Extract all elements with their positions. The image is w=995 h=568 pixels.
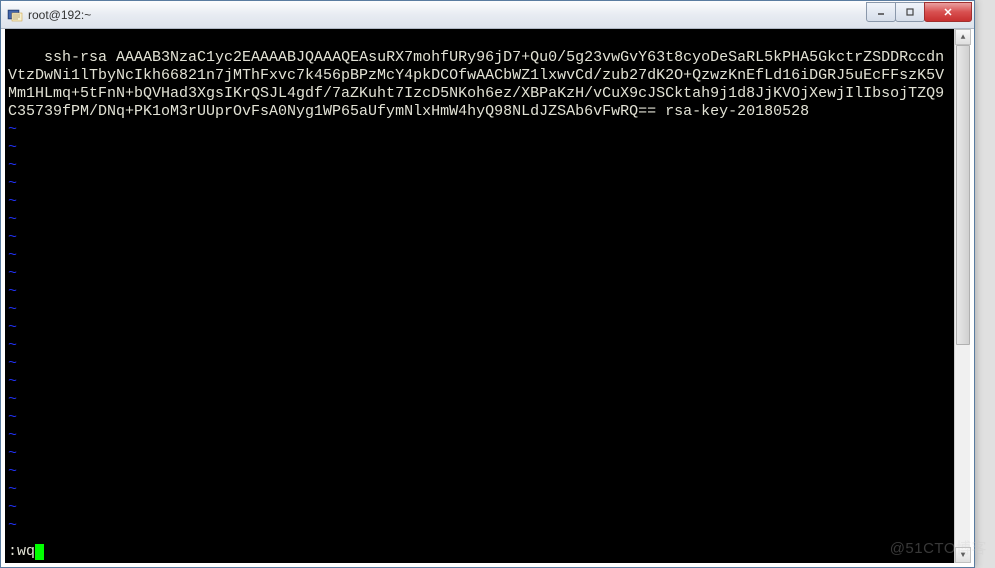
minimize-button[interactable] <box>866 2 896 22</box>
terminal-window: root@192:~ ssh-rsa AAAAB3NzaC1yc2EAAAABJ… <box>0 0 975 568</box>
vim-empty-lines: ~~~~~~~~~~~~~~~~~~~~~~~ <box>8 121 951 535</box>
maximize-button[interactable] <box>895 2 925 22</box>
scroll-up-button[interactable]: ▲ <box>955 29 971 45</box>
scrollbar[interactable]: ▲ ▼ <box>954 29 970 563</box>
watermark: @51CTO博客 <box>890 537 987 558</box>
titlebar[interactable]: root@192:~ <box>1 1 974 29</box>
scroll-thumb[interactable] <box>956 45 970 345</box>
vim-command-line[interactable]: :wq <box>8 543 44 561</box>
window-controls <box>867 2 972 22</box>
window-title: root@192:~ <box>28 8 867 22</box>
vim-command: :wq <box>8 543 35 560</box>
close-button[interactable] <box>924 2 972 22</box>
putty-icon <box>7 7 23 23</box>
ssh-key-content: ssh-rsa AAAAB3NzaC1yc2EAAAABJQAAAQEAsuRX… <box>8 49 944 120</box>
terminal-area[interactable]: ssh-rsa AAAAB3NzaC1yc2EAAAABJQAAAQEAsuRX… <box>5 29 954 563</box>
cursor <box>35 544 44 560</box>
